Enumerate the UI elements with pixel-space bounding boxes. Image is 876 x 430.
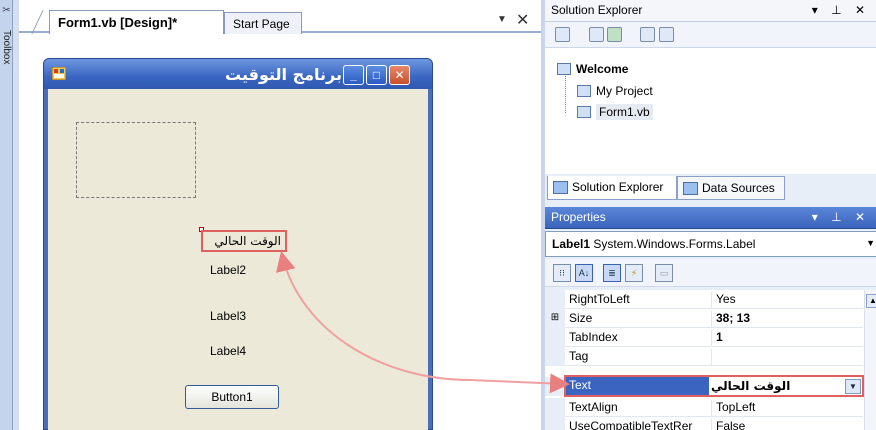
form-file-icon [577,106,591,118]
row-gutter [545,290,565,309]
tab-start-page[interactable]: Start Page [224,12,302,34]
prop-value[interactable]: Yes [711,292,861,309]
form-titlebar[interactable]: برنامج التوقيت _ □ ✕ [44,59,432,89]
tree-item-label: Form1.vb [596,104,653,120]
row-gutter [545,398,565,417]
row-gutter [545,377,565,396]
tree-line [565,76,566,113]
properties-tool-icon[interactable] [555,27,570,42]
form-client-area: الوقت الحالي Label2 Label3 Label4 Button… [48,89,428,430]
button1[interactable]: Button1 [185,385,279,409]
maximize-button[interactable]: □ [366,65,387,85]
solution-explorer-toolbar [545,22,876,48]
prop-row-textalign[interactable]: TextAlign TopLeft [545,398,863,417]
prop-row-righttoleft[interactable]: RightToLeft Yes [545,290,863,309]
solution-explorer-tabs: Solution Explorer Data Sources [545,174,876,202]
prop-name: Size [569,311,593,325]
tree-item-my-project[interactable]: My Project [577,84,653,98]
picturebox-placeholder[interactable] [76,122,196,198]
row-gutter [545,417,565,430]
categorized-icon[interactable]: ⁝⁝ [553,264,571,282]
tab-close-icon[interactable]: ✕ [516,10,529,30]
tree-item-solution[interactable]: Welcome [557,62,628,76]
scroll-up-icon[interactable]: ▲ [866,294,876,308]
tab-solution-explorer[interactable]: Solution Explorer [547,176,677,200]
properties-toolbar: ⁝⁝ A↓ ≣ ⚡ ▭ [545,259,876,287]
right-panel: Solution Explorer ▾ ⊥ ✕ Welcome My Proje… [541,0,876,430]
prop-value[interactable] [711,349,861,366]
prop-value[interactable]: 1 [711,330,861,347]
properties-scrollbar[interactable]: ▲ [864,290,876,430]
prop-name: UseCompatibleTextRer [569,419,693,430]
prop-row-tabindex[interactable]: TabIndex 1 [545,328,863,347]
minimize-button[interactable]: _ [343,65,364,85]
view-code-icon[interactable] [640,27,655,42]
project-icon [557,63,571,75]
toolbox-label: Toolbox [1,30,12,65]
prop-name: TextAlign [569,400,618,414]
object-selector[interactable]: Label1 System.Windows.Forms.Label ▼ [545,231,876,257]
events-icon[interactable]: ⚡ [625,264,643,282]
property-pages-icon[interactable]: ▭ [655,264,673,282]
prop-name: Tag [569,349,589,363]
prop-value[interactable]: TopLeft [711,400,861,417]
tree-item-label: My Project [596,84,653,98]
form-app-icon [52,67,66,80]
solution-explorer-title: Solution Explorer [551,3,643,17]
prop-value[interactable]: False [711,419,861,430]
solution-explorer-icon [553,181,568,194]
alphabetical-icon[interactable]: A↓ [575,264,593,282]
tab-label: Data Sources [702,181,775,195]
row-gutter [545,347,565,366]
tree-item-form1[interactable]: Form1.vb [577,104,653,120]
toolbox-strip[interactable]: ✂ Toolbox [0,0,13,430]
toolbox-icon: ✂ [2,5,11,16]
tab-dropdown-icon[interactable]: ▼ [497,14,507,25]
refresh-icon[interactable] [607,27,622,42]
prop-row-tag[interactable]: Tag [545,347,863,366]
show-all-files-icon[interactable] [589,27,604,42]
prop-value[interactable]: 38; 13 [711,311,861,328]
view-designer-icon[interactable] [659,27,674,42]
properties-header: Properties ▾ ⊥ ✕ [545,207,876,229]
tree-item-label: Welcome [576,62,629,76]
label1-current-time[interactable]: الوقت الحالي [201,230,287,252]
tab-form1-design[interactable]: Form1.vb [Design]* [49,10,224,34]
properties-view-icon[interactable]: ≣ [603,264,621,282]
label2[interactable]: Label2 [210,263,246,277]
object-name: Label1 [552,237,591,251]
document-tabs: Form1.vb [Design]* Start Page ▼ ✕ [19,0,541,34]
prop-row-size[interactable]: ⊞ Size 38; 13 [545,309,863,328]
panel-controls[interactable]: ▾ ⊥ ✕ [812,210,870,224]
properties-title: Properties [551,210,606,224]
highlight-box [564,375,864,397]
chevron-down-icon[interactable]: ▼ [866,238,875,248]
prop-row-usecompatibletextrendering[interactable]: UseCompatibleTextRer False [545,417,863,430]
property-grid: RightToLeft Yes ⊞ Size 38; 13 TabIndex 1… [545,290,876,430]
expand-icon[interactable]: ⊞ [545,309,565,328]
object-type: System.Windows.Forms.Label [593,237,756,251]
solution-explorer-header: Solution Explorer ▾ ⊥ ✕ [545,0,876,22]
solution-tree: Welcome My Project Form1.vb [545,48,876,174]
prop-name: TabIndex [569,330,618,344]
prop-name: RightToLeft [569,292,630,306]
close-button[interactable]: ✕ [389,65,410,85]
form-window[interactable]: برنامج التوقيت _ □ ✕ الوقت الحالي Label2… [43,58,433,430]
row-gutter [545,328,565,347]
form-title: برنامج التوقيت [225,65,342,84]
data-sources-icon [683,182,698,195]
tab-data-sources[interactable]: Data Sources [677,176,785,200]
label4[interactable]: Label4 [210,344,246,358]
panel-controls[interactable]: ▾ ⊥ ✕ [812,3,870,17]
tab-label: Solution Explorer [572,180,664,194]
label3[interactable]: Label3 [210,309,246,323]
my-project-icon [577,85,591,97]
